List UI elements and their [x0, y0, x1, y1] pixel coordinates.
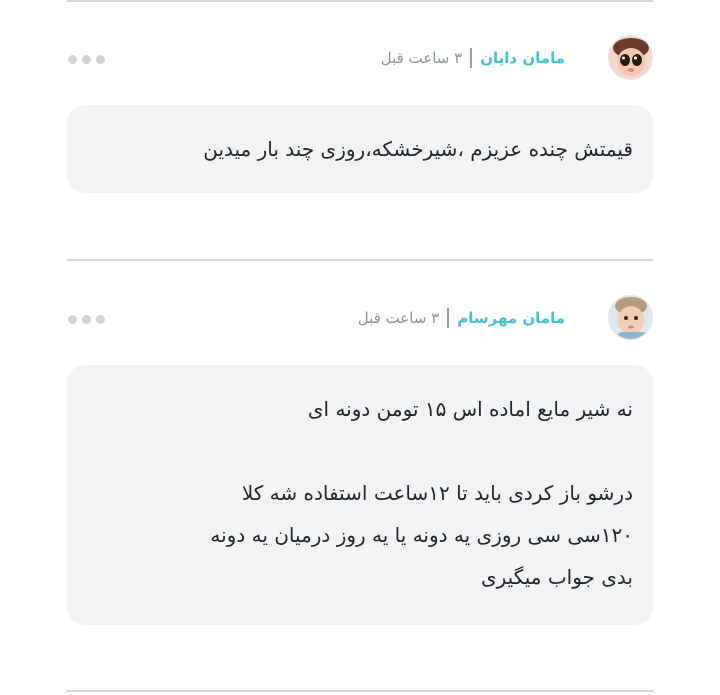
comment-line: نه شیر مایع اماده اس ۱۵ تومن دونه ای — [307, 397, 633, 421]
dot — [82, 55, 91, 64]
comment-card: مامان مهرسام ۳ ساعت قبل نه شیر مایع اماد… — [0, 295, 720, 625]
author-name[interactable]: مامان مهرسام — [457, 309, 565, 327]
comment-bubble: نه شیر مایع اماده اس ۱۵ تومن دونه ای درش… — [67, 365, 653, 625]
comment-header: مامان دایان ۳ ساعت قبل — [0, 35, 720, 85]
bottom-divider — [67, 690, 653, 692]
avatar[interactable] — [608, 295, 653, 340]
comment-time: ۳ ساعت قبل — [357, 308, 440, 327]
more-dots-icon[interactable] — [68, 315, 105, 324]
dot — [68, 55, 77, 64]
more-dots-icon[interactable] — [68, 55, 105, 64]
author-name[interactable]: مامان دایان — [480, 49, 565, 67]
baby-photo-avatar-icon — [609, 296, 652, 339]
comment-time: ۳ ساعت قبل — [380, 48, 463, 67]
top-divider — [67, 0, 653, 2]
dot — [68, 315, 77, 324]
comment-card: مامان دایان ۳ ساعت قبل قیمتش چنده عزیزم … — [0, 35, 720, 195]
meta-separator — [447, 307, 450, 328]
comment-meta: مامان دایان ۳ ساعت قبل — [381, 35, 565, 80]
comment-line: درشو باز کردی باید تا ۱۲ساعت استفاده شه … — [241, 481, 633, 505]
comment-header: مامان مهرسام ۳ ساعت قبل — [0, 295, 720, 345]
comment-line: بدی جواب میگیری — [480, 565, 633, 589]
comment-line — [87, 430, 633, 472]
dot — [82, 315, 91, 324]
comment-divider — [67, 259, 653, 261]
dot — [96, 315, 105, 324]
comment-bubble: قیمتش چنده عزیزم ،شیرخشکه،روزی چند بار م… — [67, 105, 653, 193]
baby-face-avatar-icon — [609, 36, 652, 79]
comment-text: قیمتش چنده عزیزم ،شیرخشکه،روزی چند بار م… — [203, 137, 633, 161]
dot — [96, 55, 105, 64]
avatar[interactable] — [608, 35, 653, 80]
meta-separator — [470, 47, 473, 68]
comment-meta: مامان مهرسام ۳ ساعت قبل — [358, 295, 565, 340]
comment-line: ۱۲۰سی سی روزی یه دونه یا یه روز درمیان ی… — [210, 523, 633, 547]
